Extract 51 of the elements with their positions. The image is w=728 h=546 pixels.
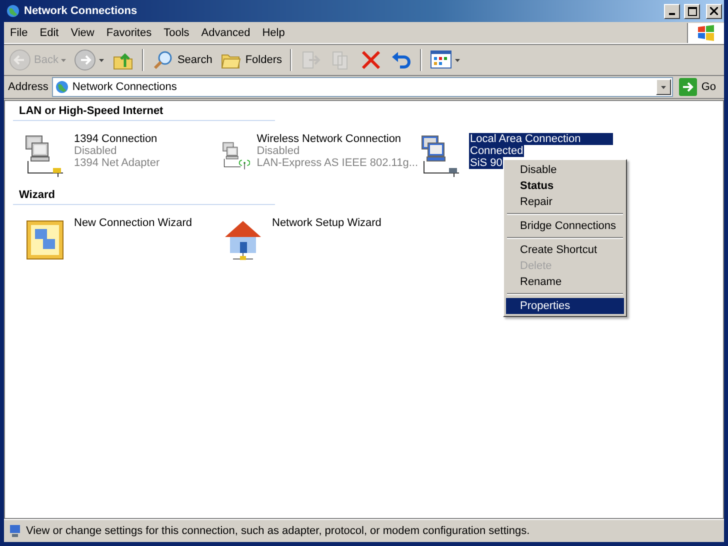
move-to-icon bbox=[300, 49, 322, 71]
window-title: Network Connections bbox=[24, 5, 138, 17]
menu-item[interactable]: Advanced bbox=[195, 26, 256, 38]
delete-icon bbox=[360, 49, 382, 71]
caret-icon bbox=[661, 86, 666, 88]
search-icon bbox=[152, 49, 174, 71]
address-field[interactable]: Network Connections bbox=[52, 77, 674, 97]
adapter-name: LAN-Express AS IEEE 802.11g... bbox=[256, 157, 419, 169]
dropdown-button[interactable] bbox=[656, 79, 672, 95]
app-icon bbox=[6, 4, 20, 18]
connection-status: Disabled bbox=[256, 145, 301, 157]
menu-item[interactable]: File bbox=[4, 26, 34, 38]
minimize-button[interactable] bbox=[664, 4, 680, 18]
maximize-icon bbox=[688, 6, 696, 16]
adapter-name: SiS 90 bbox=[469, 157, 504, 169]
address-label: Address bbox=[8, 81, 48, 93]
search-button[interactable]: Search bbox=[149, 47, 216, 73]
menu-item[interactable]: Edit bbox=[34, 26, 65, 38]
connection-name[interactable]: New Connection Wizard bbox=[73, 217, 193, 229]
context-menu-item[interactable]: Status bbox=[506, 178, 624, 194]
context-menu-item[interactable]: Bridge Connections bbox=[506, 218, 624, 234]
network-globe-icon bbox=[55, 80, 70, 94]
group-header: Wizard bbox=[13, 189, 275, 205]
connection-name[interactable]: Network Setup Wizard bbox=[271, 217, 382, 229]
go-button[interactable]: Go bbox=[677, 78, 722, 96]
menu-item[interactable]: Favorites bbox=[100, 26, 158, 38]
caret-icon bbox=[61, 58, 66, 62]
folders-button[interactable]: Folders bbox=[217, 47, 286, 73]
network-computer-icon bbox=[8, 524, 22, 538]
adapter-name: 1394 Net Adapter bbox=[73, 157, 161, 169]
menu-item[interactable]: Help bbox=[256, 26, 291, 38]
connection-name[interactable]: Local Area Connection bbox=[469, 133, 613, 145]
context-menu-item[interactable]: Disable bbox=[506, 162, 624, 178]
caret-icon bbox=[99, 58, 104, 62]
views-icon bbox=[430, 49, 452, 71]
caret-icon bbox=[455, 58, 460, 62]
menu-item[interactable]: View bbox=[64, 26, 100, 38]
context-menu-item[interactable]: Create Shortcut bbox=[506, 242, 624, 258]
menu-item[interactable]: Tools bbox=[158, 26, 196, 38]
group-header: LAN or High-Speed Internet bbox=[13, 105, 275, 121]
undo-icon bbox=[390, 49, 412, 71]
close-button[interactable] bbox=[706, 4, 722, 18]
flag-logo-icon bbox=[697, 24, 715, 40]
maximize-button[interactable] bbox=[684, 4, 700, 18]
context-menu-item[interactable]: Repair bbox=[506, 194, 624, 210]
status-text: View or change settings for this connection, such as adapter, protocol, or modem configuration settings. bbox=[26, 525, 530, 537]
context-menu-item[interactable]: Properties bbox=[506, 298, 624, 314]
connection-status: Connected bbox=[469, 145, 524, 157]
context-menu-item[interactable]: Rename bbox=[506, 274, 624, 290]
close-icon bbox=[710, 7, 718, 15]
connection-status: Disabled bbox=[73, 145, 118, 157]
